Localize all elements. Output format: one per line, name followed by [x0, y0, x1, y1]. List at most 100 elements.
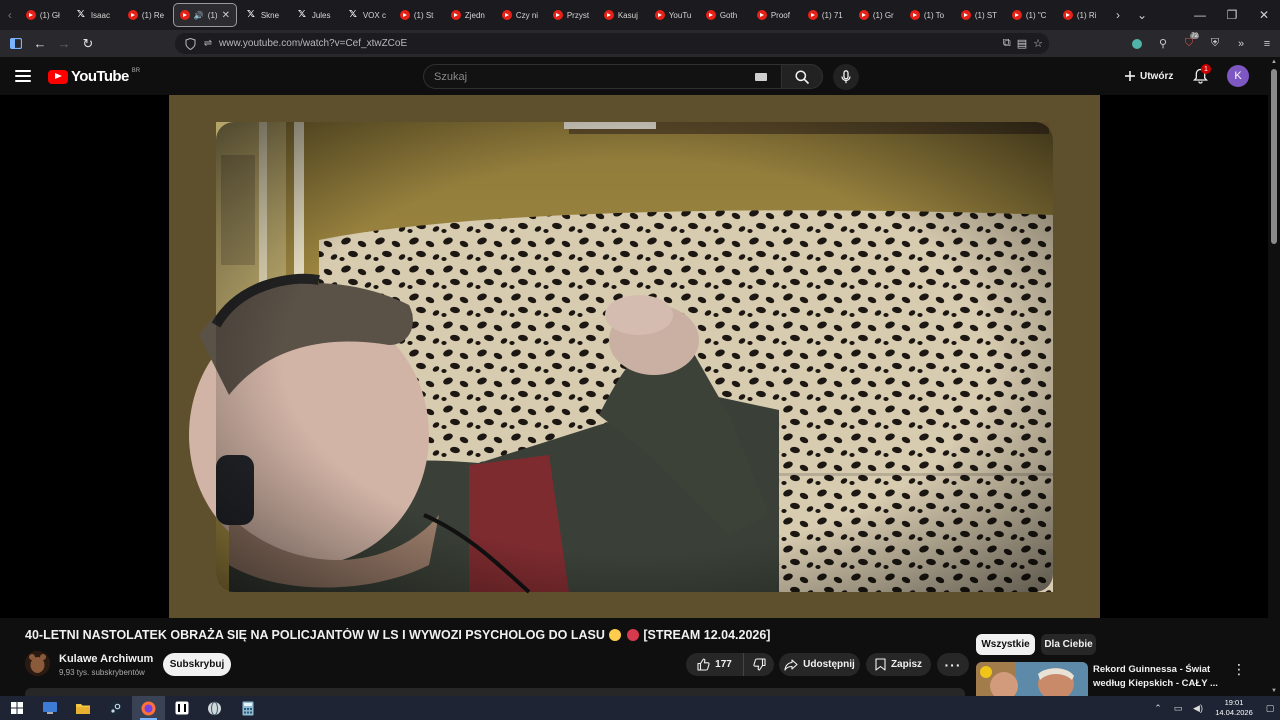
file-explorer-icon[interactable] — [66, 696, 99, 720]
browser-tab[interactable]: (1) Gr — [853, 0, 904, 30]
tab-label: (1) "C — [1025, 10, 1047, 20]
reader-mode-icon[interactable]: ▤ — [1017, 37, 1027, 50]
browser-tab[interactable]: (1) Gł — [20, 0, 71, 30]
pip-icon[interactable]: ⧉ — [1003, 37, 1011, 50]
control-panel-icon[interactable] — [33, 696, 66, 720]
description-box[interactable] — [25, 688, 965, 696]
vpn-extension-icon[interactable] — [1124, 30, 1150, 57]
subscribe-button[interactable]: Subskrybuj — [163, 653, 231, 676]
more-extensions-icon[interactable]: » — [1228, 30, 1254, 57]
chip-for-you[interactable]: Dla Ciebie — [1041, 634, 1096, 655]
windows-start-icon[interactable] — [0, 696, 33, 720]
like-button[interactable]: 177 — [686, 653, 744, 676]
dislike-button[interactable] — [744, 653, 774, 676]
browser-tab[interactable]: Goth — [700, 0, 751, 30]
back-icon[interactable]: ← — [28, 30, 52, 57]
restore-icon[interactable]: ❐ — [1216, 0, 1248, 30]
address-bar-actions: ⧉ ▤ ☆ — [1003, 37, 1049, 50]
browser-tab[interactable]: Zjedn — [445, 0, 496, 30]
tray-overflow-icon[interactable]: ⌃ — [1148, 696, 1168, 720]
notion-icon[interactable] — [165, 696, 198, 720]
reload-icon[interactable]: ↻ — [76, 30, 100, 57]
browser-tab[interactable]: (1) To — [904, 0, 955, 30]
create-button[interactable]: Utwórz — [1116, 65, 1181, 87]
share-label: Udostępnij — [803, 659, 855, 670]
recommendation-menu-icon[interactable]: ⋮ — [1232, 662, 1246, 680]
voice-search-button[interactable] — [833, 64, 859, 90]
page-scrollbar[interactable]: ▲ ▼ — [1268, 57, 1280, 696]
url-text[interactable]: www.youtube.com/watch?v=Cef_xtwZCoE — [219, 38, 407, 49]
scroll-up-icon[interactable]: ▲ — [1270, 59, 1278, 65]
extensions-puzzle-icon[interactable]: ⚲ — [1150, 30, 1176, 57]
browser-tab-strip: ‹ (1) Gł 𝕏 Isaac (1) Re 🔊 (1) ✕ 𝕏 Skne 𝕏 Jules 𝕏 VOX… — [0, 0, 1280, 30]
browser-tab[interactable]: 𝕏 Jules — [292, 0, 343, 30]
tab-label: Skne — [260, 10, 280, 20]
taskbar-clock[interactable]: 19:01 14.04.2026 — [1208, 698, 1260, 718]
tab-search-chevron-icon[interactable]: ⌄ — [1130, 0, 1154, 30]
volume-icon[interactable]: ◀) — [1188, 696, 1208, 720]
channel-avatar[interactable] — [25, 651, 50, 676]
firefox-icon[interactable] — [132, 696, 165, 720]
calculator-icon[interactable] — [231, 696, 264, 720]
network-icon[interactable]: ▭ — [1168, 696, 1188, 720]
browser-tab[interactable]: (1) 71 — [802, 0, 853, 30]
keyboard-icon[interactable] — [755, 72, 767, 81]
browser-tab[interactable]: (1) St — [394, 0, 445, 30]
site-settings-icon[interactable]: ⇌ — [201, 37, 215, 51]
browser-tab[interactable]: (1) ST — [955, 0, 1006, 30]
windows-taskbar: ⌃ ▭ ◀) 19:01 14.04.2026 ▢ — [0, 696, 1280, 720]
tab-label: (1) 71 — [821, 10, 843, 20]
account-avatar[interactable]: K — [1227, 65, 1249, 87]
chip-all[interactable]: Wszystkie — [976, 634, 1035, 655]
browser-tab[interactable]: (1) "C — [1006, 0, 1057, 30]
recommendation-thumbnail[interactable] — [976, 662, 1088, 696]
tab-label: YouTu — [668, 10, 692, 20]
app-globe-icon[interactable] — [198, 696, 231, 720]
notifications-center-icon[interactable]: ▢ — [1260, 696, 1280, 720]
forward-icon[interactable]: → — [52, 30, 76, 57]
browser-tab[interactable]: Proof — [751, 0, 802, 30]
browser-tab[interactable]: 𝕏 Skne — [241, 0, 292, 30]
browser-tab[interactable]: 𝕏 VOX c — [343, 0, 394, 30]
notification-badge: 1 — [1201, 64, 1211, 74]
scroll-down-icon[interactable]: ▼ — [1270, 688, 1278, 694]
notifications-button[interactable]: 1 — [1190, 64, 1211, 86]
close-window-icon[interactable]: ✕ — [1248, 0, 1280, 30]
more-actions-icon[interactable]: ··· — [937, 653, 969, 676]
share-button[interactable]: Udostępnij — [779, 653, 860, 676]
tab-scroll-right-icon[interactable]: › — [1106, 0, 1130, 30]
browser-tab[interactable]: (1) Re — [122, 0, 173, 30]
search-input[interactable] — [434, 70, 755, 83]
video-player[interactable] — [169, 95, 1100, 618]
browser-tab[interactable]: Czy ni — [496, 0, 547, 30]
browser-tab-active[interactable]: 🔊 (1) ✕ — [172, 3, 237, 27]
recommendation-title[interactable]: Rekord Guinnessa - Świat według Kiepskic… — [1093, 663, 1223, 691]
ublock-extension-icon[interactable]: ⛉ 72 — [1176, 30, 1202, 57]
tab-close-icon[interactable]: ✕ — [222, 10, 230, 21]
browser-tab[interactable]: (1) Ri — [1057, 0, 1106, 30]
youtube-favicon-icon — [127, 10, 138, 20]
sidebar-toggle-icon[interactable] — [4, 30, 28, 57]
site-info-icon[interactable] — [183, 37, 197, 51]
browser-tab[interactable]: Kasuj — [598, 0, 649, 30]
tab-label: (1) To — [923, 10, 945, 20]
tab-audio-icon[interactable]: 🔊 — [194, 11, 204, 20]
tab-scroll-left-icon[interactable]: ‹ — [0, 0, 20, 30]
youtube-logo[interactable]: YouTube BR — [48, 68, 140, 85]
tab-list: (1) Gł 𝕏 Isaac (1) Re 🔊 (1) ✕ 𝕏 Skne 𝕏 Jules 𝕏 VOX c… — [20, 0, 1106, 30]
tab-label: (1) Gr — [872, 10, 894, 20]
browser-tab[interactable]: Przyst — [547, 0, 598, 30]
browser-tab[interactable]: YouTu — [649, 0, 700, 30]
scrollbar-thumb[interactable] — [1271, 69, 1277, 244]
channel-name[interactable]: Kulawe Archiwum — [59, 653, 153, 665]
save-button[interactable]: Zapisz — [866, 653, 931, 676]
search-button[interactable] — [781, 64, 823, 89]
shield-extension-icon[interactable]: ⛨ — [1202, 30, 1228, 57]
steam-icon[interactable] — [99, 696, 132, 720]
minimize-icon[interactable]: — — [1184, 0, 1216, 30]
guide-menu-icon[interactable] — [15, 70, 31, 82]
bookmark-star-icon[interactable]: ☆ — [1033, 37, 1043, 50]
address-bar[interactable]: ⇌ www.youtube.com/watch?v=Cef_xtwZCoE ⧉ … — [175, 33, 1049, 54]
browser-tab[interactable]: 𝕏 Isaac — [71, 0, 122, 30]
browser-menu-icon[interactable]: ≡ — [1254, 30, 1280, 57]
